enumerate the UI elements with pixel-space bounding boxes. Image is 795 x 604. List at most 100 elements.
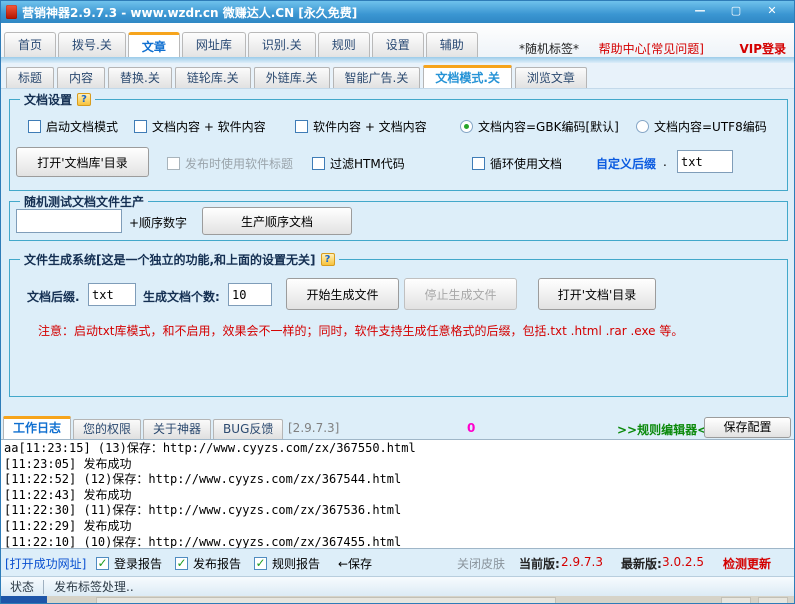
app-icon xyxy=(6,5,17,19)
taskbar-segment xyxy=(721,597,751,603)
subtab-smart-ads[interactable]: 智能广告.关 xyxy=(332,67,421,88)
current-version-value: 2.9.7.3 xyxy=(561,555,603,569)
maximize-icon[interactable]: ▢ xyxy=(724,4,748,19)
start-generate-button[interactable]: 开始生成文件 xyxy=(286,278,399,310)
subtab-title[interactable]: 标题 xyxy=(6,67,55,88)
random-test-input[interactable] xyxy=(16,209,122,233)
status-message: 发布标签处理.. xyxy=(54,580,134,594)
sub-tab-bar: 标题 内容 替换.关 链轮库.关 外链库.关 智能广告.关 文档模式.关 浏览文… xyxy=(1,63,794,89)
checkbox-icon[interactable] xyxy=(28,120,41,133)
checkbox-login-report[interactable]: ✓ 登录报告 xyxy=(96,555,162,572)
radio-gbk-encoding[interactable]: 文档内容=GBK编码[默认] xyxy=(460,118,619,135)
log-line: aa[11:23:15] (13)保存：http://www.cyyzs.com… xyxy=(4,441,416,455)
status-label: 状态 xyxy=(1,579,45,594)
help-center-link[interactable]: 帮助中心[常见问题] xyxy=(599,40,704,57)
log-line: [11:22:30] (11)保存：http://www.cyyzs.com/z… xyxy=(4,503,402,518)
checkbox-start-doc-mode[interactable]: 启动文档模式 xyxy=(28,118,118,135)
doc-suffix-input[interactable] xyxy=(88,283,136,306)
checkbox-checked-icon[interactable]: ✓ xyxy=(96,557,109,570)
doc-count-input[interactable] xyxy=(228,283,272,306)
check-update-link[interactable]: 检测更新 xyxy=(723,555,771,572)
tab-rules[interactable]: 规则 xyxy=(317,32,370,57)
tab-bug-feedback[interactable]: BUG反馈 xyxy=(213,419,284,439)
latest-version-label: 最新版: xyxy=(621,557,662,571)
random-test-group: 随机测试文档文件生产 +顺序数字 生产顺序文档 xyxy=(9,193,788,241)
tab-your-permissions[interactable]: 您的权限 xyxy=(73,419,142,439)
close-skin-link[interactable]: 关闭皮肤 xyxy=(457,555,505,572)
checkbox-icon[interactable] xyxy=(312,157,325,170)
subtab-external-links[interactable]: 外链库.关 xyxy=(253,67,330,88)
subtab-replace[interactable]: 替换.关 xyxy=(108,67,172,88)
tab-work-log[interactable]: 工作日志 xyxy=(3,416,72,439)
bottom-tab-bar: 工作日志 您的权限 关于神器 BUG反馈 [2.9.7.3] 0 >>规则编辑器… xyxy=(1,415,794,439)
tab-about[interactable]: 关于神器 xyxy=(143,419,212,439)
tab-assist[interactable]: 辅助 xyxy=(425,32,478,57)
tab-home[interactable]: 首页 xyxy=(4,32,57,57)
main-tab-bar: 首页 拨号.关 文章 网址库 识别.关 规则 设置 辅助 *随机标签* 帮助中心… xyxy=(1,23,794,57)
doc-settings-legend: 文档设置 xyxy=(24,93,73,107)
subtab-content[interactable]: 内容 xyxy=(57,67,106,88)
taskbar-segment xyxy=(96,597,556,603)
custom-suffix-input[interactable] xyxy=(677,150,733,173)
tab-url-library[interactable]: 网址库 xyxy=(181,32,246,57)
help-icon[interactable]: ? xyxy=(320,253,335,266)
checkbox-icon[interactable] xyxy=(167,157,180,170)
work-log-area[interactable]: aa[11:23:15] (13)保存：http://www.cyyzs.com… xyxy=(1,439,794,549)
save-config-button[interactable]: 保存配置 xyxy=(704,417,791,438)
doc-suffix-label: 文档后缀. xyxy=(27,290,80,304)
status-bar: 状态 发布标签处理.. xyxy=(1,576,794,596)
checkbox-doc-plus-soft[interactable]: 文档内容 + 软件内容 xyxy=(134,118,266,135)
subtab-browse-articles[interactable]: 浏览文章 xyxy=(514,67,587,88)
checkbox-publish-report[interactable]: ✓ 发布报告 xyxy=(175,555,241,572)
help-icon[interactable]: ? xyxy=(77,93,92,106)
doc-count-label: 生成文档个数: xyxy=(143,290,220,304)
close-icon[interactable]: ✕ xyxy=(760,4,784,19)
tab-settings[interactable]: 设置 xyxy=(371,32,424,57)
stop-generate-button[interactable]: 停止生成文件 xyxy=(404,278,517,310)
subtab-doc-mode[interactable]: 文档模式.关 xyxy=(423,65,512,88)
counter-value: 0 xyxy=(467,421,476,435)
custom-suffix-dot: . xyxy=(663,155,667,169)
open-success-urls-link[interactable]: [打开成功网址] xyxy=(5,555,86,572)
file-gen-group: 文件生成系统[这是一个独立的功能,和上面的设置无关] ? 文档后缀. 生成文档个… xyxy=(9,251,788,397)
checkbox-icon[interactable] xyxy=(134,120,147,133)
tab-dial[interactable]: 拨号.关 xyxy=(58,32,126,57)
window-title: 营销神器2.9.7.3 - www.wzdr.cn 微赚达人.CN [永久免费] xyxy=(22,5,358,20)
checkbox-icon[interactable] xyxy=(472,157,485,170)
footer-bar: [打开成功网址] ✓ 登录报告 ✓ 发布报告 ✓ 规则报告 ←保存 关闭皮肤 当… xyxy=(1,550,794,576)
latest-version-value: 3.0.2.5 xyxy=(662,555,704,569)
minimize-icon[interactable]: — xyxy=(688,4,712,19)
taskbar-segment xyxy=(758,597,788,603)
vip-login-link[interactable]: VIP登录 xyxy=(739,40,786,57)
log-line: [11:22:10] (10)保存：http://www.cyyzs.com/z… xyxy=(4,534,402,549)
checkbox-rule-report[interactable]: ✓ 规则报告 xyxy=(254,555,320,572)
open-doc-dir-button[interactable]: 打开'文档'目录 xyxy=(538,278,656,310)
radio-utf8-encoding[interactable]: 文档内容=UTF8编码 xyxy=(636,118,767,135)
rule-editor-link[interactable]: >>规则编辑器<< xyxy=(617,421,717,438)
checkbox-soft-title[interactable]: 发布时使用软件标题 xyxy=(167,155,293,172)
checkbox-loop-doc[interactable]: 循环使用文档 xyxy=(472,155,562,172)
current-version-label: 当前版: xyxy=(519,557,560,571)
log-line: [11:23:05] 发布成功 xyxy=(4,456,132,471)
tab-article[interactable]: 文章 xyxy=(127,32,180,57)
radio-icon[interactable] xyxy=(460,120,473,133)
checkbox-checked-icon[interactable]: ✓ xyxy=(254,557,267,570)
checkbox-checked-icon[interactable]: ✓ xyxy=(175,557,188,570)
open-doclib-button[interactable]: 打开'文档库'目录 xyxy=(16,147,149,177)
taskbar-start-fragment xyxy=(1,596,47,603)
file-gen-legend: 文件生成系统[这是一个独立的功能,和上面的设置无关] xyxy=(24,253,316,267)
checkbox-icon[interactable] xyxy=(295,120,308,133)
version-label: [2.9.7.3] xyxy=(288,421,340,435)
generate-sequence-button[interactable]: 生产顺序文档 xyxy=(202,207,352,235)
tab-recognition[interactable]: 识别.关 xyxy=(247,32,316,57)
checkbox-soft-plus-doc[interactable]: 软件内容 + 文档内容 xyxy=(295,118,427,135)
random-tag-label: *随机标签* xyxy=(518,42,579,56)
taskbar-strip xyxy=(1,596,794,603)
subtab-linkwheel[interactable]: 链轮库.关 xyxy=(174,67,251,88)
plus-sequence-label: +顺序数字 xyxy=(129,216,188,230)
checkbox-filter-htm[interactable]: 过滤HTM代码 xyxy=(312,155,405,172)
note-text: 注意：启动txt库模式，和不启用，效果会不一样的；同时，软件支持生成任意格式的后… xyxy=(38,324,684,338)
radio-icon[interactable] xyxy=(636,120,649,133)
save-arrow-label: ←保存 xyxy=(338,557,373,571)
doc-settings-group: 文档设置 ? 启动文档模式 文档内容 + 软件内容 软件内容 + 文档内容 文档… xyxy=(9,91,788,191)
